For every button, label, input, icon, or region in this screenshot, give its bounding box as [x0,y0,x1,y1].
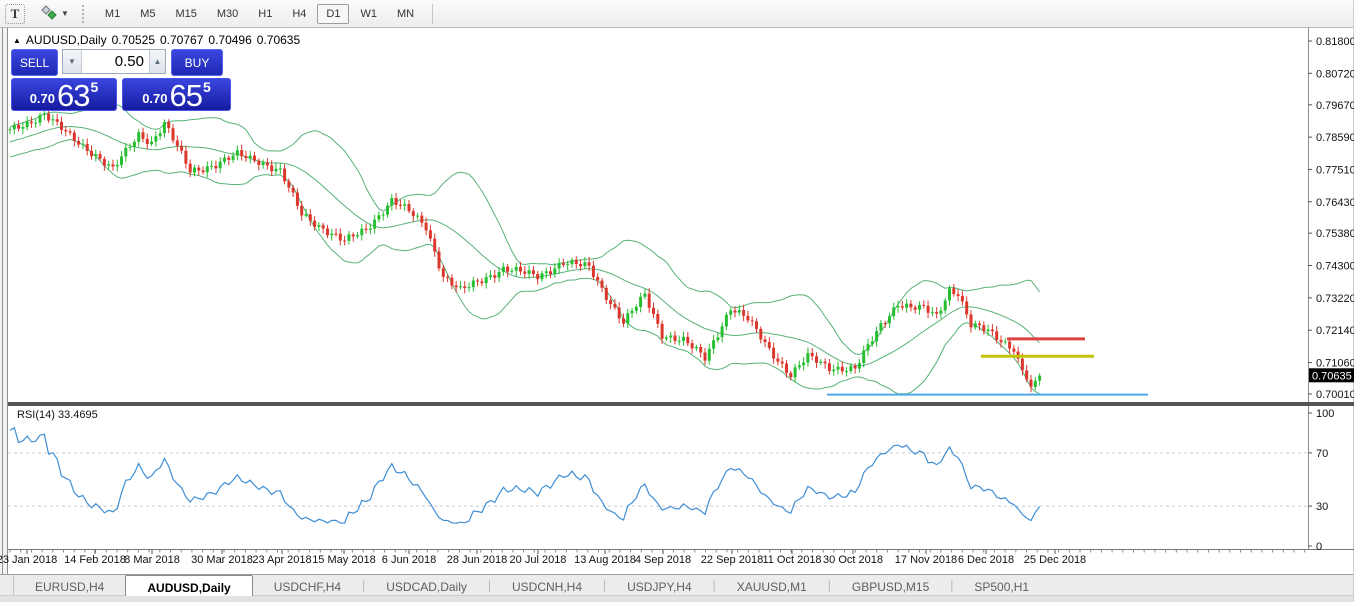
svg-text:30 Oct 2018: 30 Oct 2018 [823,554,883,566]
candles [9,109,1042,392]
svg-text:13 Aug 2018: 13 Aug 2018 [574,554,636,566]
current-price-tag: 0.70635 [1309,368,1354,382]
svg-text:28 Jun 2018: 28 Jun 2018 [447,554,508,566]
svg-text:0.75380: 0.75380 [1316,228,1354,240]
svg-text:0.80720: 0.80720 [1316,68,1354,80]
chart-tab-usdcnh-h4[interactable]: USDCNH,H4 [491,575,603,596]
svg-text:17 Nov 2018: 17 Nov 2018 [895,554,957,566]
price-axis: 0.81800 0.80720 0.79670 0.78590 0.77510 0.764… [1308,36,1354,401]
symbol-label: AUDUSD,Daily [26,33,107,47]
svg-text:0.70010: 0.70010 [1316,389,1354,401]
svg-text:0.76430: 0.76430 [1316,197,1354,209]
svg-text:30: 30 [1316,501,1328,513]
svg-text:4 Sep 2018: 4 Sep 2018 [635,554,691,566]
buy-price-button[interactable]: 0.70 65 5 [122,78,231,111]
shapes-icon [41,5,57,23]
text-tool-button[interactable]: T [5,4,25,24]
svg-text:20 Jul 2018: 20 Jul 2018 [510,554,567,566]
svg-text:6 Dec 2018: 6 Dec 2018 [958,554,1014,566]
ohlc-low: 0.70496 [208,33,251,47]
svg-text:70: 70 [1316,448,1328,460]
svg-text:15 May 2018: 15 May 2018 [312,554,376,566]
svg-text:0.78590: 0.78590 [1316,132,1354,144]
buy-button[interactable]: BUY [171,49,223,76]
svg-text:22 Sep 2018: 22 Sep 2018 [701,554,763,566]
rsi-line [10,428,1040,524]
toolbar: T ▼ M1M5M15M30H1H4D1W1MN [0,0,1353,28]
timeframe-button-mn[interactable]: MN [388,4,423,24]
buy-price-big: 65 [170,82,202,110]
sell-price-button[interactable]: 0.70 63 5 [11,78,117,111]
svg-text:6 Jun 2018: 6 Jun 2018 [382,554,436,566]
chart-tab-bar: EURUSD,H4AUDUSD,DailyUSDCHF,H4|USDCAD,Da… [0,574,1353,602]
svg-text:0.81800: 0.81800 [1316,36,1354,48]
chart-tab-gbpusd-m15[interactable]: GBPUSD,M15 [831,575,950,596]
chart-tab-xauusd-m1[interactable]: XAUUSD,M1 [716,575,828,596]
buy-price-prefix: 0.70 [142,91,167,106]
sell-price-prefix: 0.70 [30,91,55,106]
chart-tab-audusd-daily[interactable]: AUDUSD,Daily [125,575,252,596]
chart-title: ▲ AUDUSD,Daily 0.70525 0.70767 0.70496 0.7063… [13,33,305,47]
one-click-trading-panel: SELL ▼ ▲ BUY 0.70 63 5 0.70 65 5 [11,49,231,111]
date-axis: 23 Jan 2018 14 Feb 20188 Mar 2018 30 Mar 2… [0,550,1305,566]
svg-text:0.71060: 0.71060 [1316,358,1354,370]
svg-text:0.73220: 0.73220 [1316,293,1354,305]
ohlc-open: 0.70525 [112,33,155,47]
volume-decrease-button[interactable]: ▼ [63,50,82,73]
volume-input[interactable] [82,50,149,73]
tabbar-stub [0,575,14,596]
bollinger-bands [10,103,1040,394]
chart-tab-usdjpy-h4[interactable]: USDJPY,H4 [606,575,712,596]
svg-text:23 Jan 2018: 23 Jan 2018 [0,554,57,566]
timeframe-button-h4[interactable]: H4 [283,4,315,24]
timeframe-button-m5[interactable]: M5 [131,4,164,24]
timeframe-button-m30[interactable]: M30 [208,4,247,24]
svg-text:30 Mar 2018: 30 Mar 2018 [191,554,253,566]
volume-spinner: ▼ ▲ [62,49,166,74]
timeframe-button-m15[interactable]: M15 [166,4,205,24]
ohlc-high: 0.70767 [160,33,203,47]
overlay-trendlines[interactable] [827,339,1148,395]
sell-button[interactable]: SELL [11,49,58,76]
chart-tab-sp500-h1[interactable]: SP500,H1 [953,575,1050,596]
chevron-down-icon: ▼ [61,9,69,18]
tabs-container: EURUSD,H4AUDUSD,DailyUSDCHF,H4|USDCAD,Da… [14,575,1050,596]
toolbar-separator [432,4,433,24]
svg-text:8 Mar 2018: 8 Mar 2018 [124,554,180,566]
sell-price-big: 63 [57,82,89,110]
chart-tab-eurusd-h4[interactable]: EURUSD,H4 [14,575,125,596]
svg-text:0.72140: 0.72140 [1316,325,1354,337]
timeframe-button-w1[interactable]: W1 [351,4,386,24]
ohlc-close: 0.70635 [257,33,300,47]
svg-text:11 Oct 2018: 11 Oct 2018 [762,554,821,566]
svg-text:0.79670: 0.79670 [1316,100,1354,112]
svg-text:23 Apr 2018: 23 Apr 2018 [252,554,311,566]
svg-text:0.77510: 0.77510 [1316,164,1354,176]
buy-price-sup: 5 [203,79,211,95]
tabbar-strip [0,595,1353,602]
timeframe-button-d1[interactable]: D1 [317,4,349,24]
svg-text:25 Dec 2018: 25 Dec 2018 [1024,554,1086,566]
chart-tab-usdcad-daily[interactable]: USDCAD,Daily [365,575,488,596]
svg-text:14 Feb 2018: 14 Feb 2018 [64,554,126,566]
sell-price-sup: 5 [91,79,99,95]
timeframe-button-h1[interactable]: H1 [249,4,281,24]
timeframe-buttons: M1M5M15M30H1H4D1W1MN [95,4,424,24]
timeframe-button-m1[interactable]: M1 [96,4,129,24]
collapse-panel-icon[interactable]: ▲ [13,36,21,45]
toolbar-grip [82,5,87,23]
svg-text:100: 100 [1316,408,1334,420]
volume-increase-button[interactable]: ▲ [149,50,165,73]
svg-text:0: 0 [1316,541,1322,553]
chart-tab-usdchf-h4[interactable]: USDCHF,H4 [253,575,362,596]
svg-text:0.70635: 0.70635 [1312,370,1352,382]
svg-text:0.74300: 0.74300 [1316,261,1354,273]
rsi-panel: 100 70 30 0 [8,408,1334,553]
rsi-indicator-label: RSI(14) 33.4695 [17,409,98,421]
draw-objects-button[interactable]: ▼ [38,4,72,24]
